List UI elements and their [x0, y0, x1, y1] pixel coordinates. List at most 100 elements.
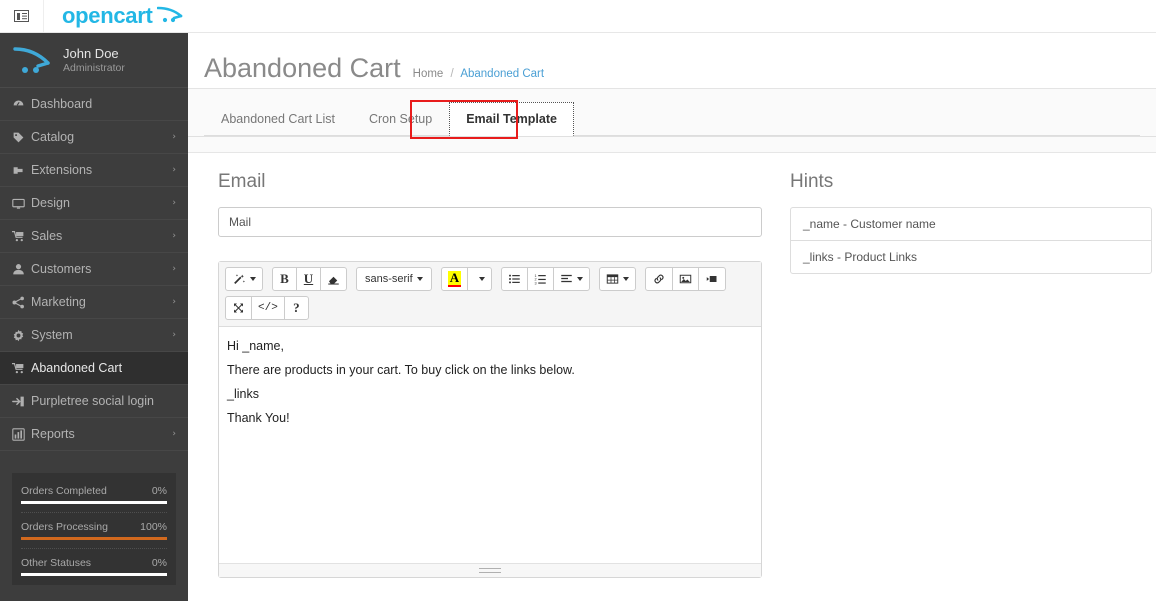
- font-name-label: sans-serif: [365, 273, 413, 285]
- sidebar-item-catalog[interactable]: Catalog ›: [0, 121, 188, 154]
- desktop-icon: [12, 197, 31, 210]
- chevron-down-icon: [478, 277, 485, 281]
- sidebar-item-system[interactable]: System ›: [0, 319, 188, 352]
- chevron-down-icon: [577, 277, 584, 281]
- sidebar-item-sales[interactable]: Sales ›: [0, 220, 188, 253]
- remove-format-eraser-button[interactable]: [320, 267, 347, 291]
- toolbar-button-group: sans-serif: [356, 267, 432, 291]
- tag-icon: [12, 131, 31, 144]
- stat-header: Orders Completed 0%: [21, 485, 167, 501]
- tab-email-template[interactable]: Email Template: [449, 102, 574, 136]
- progress-fill: [21, 501, 167, 504]
- editor-paragraph: There are products in your cart. To buy …: [227, 363, 575, 377]
- sidebar-toggle-button[interactable]: [0, 0, 44, 32]
- tab-abandoned-cart-list[interactable]: Abandoned Cart List: [204, 102, 352, 136]
- sidebar-profile[interactable]: John Doe Administrator: [0, 33, 188, 88]
- main-content: Abandoned Cart Home / Abandoned Cart Aba…: [188, 33, 1156, 601]
- hint-item: _name - Customer name: [791, 208, 1151, 241]
- unordered-list-button[interactable]: [501, 267, 529, 291]
- stat-row: Orders Processing 100%: [21, 513, 167, 540]
- editor-content-area[interactable]: Hi _name, There are products in your cart…: [219, 327, 761, 563]
- sidebar-item-marketing[interactable]: Marketing ›: [0, 286, 188, 319]
- page-header: Abandoned Cart Home / Abandoned Cart: [188, 33, 1156, 89]
- sidebar-item-design[interactable]: Design ›: [0, 187, 188, 220]
- chevron-down-icon: [250, 277, 256, 281]
- fullscreen-glyph: [232, 302, 245, 314]
- bold-button[interactable]: B: [272, 267, 297, 291]
- fullscreen-button[interactable]: [225, 296, 252, 320]
- video-button[interactable]: [698, 267, 727, 291]
- sidebar-item-purpletree-social-login[interactable]: Purpletree social login: [0, 385, 188, 418]
- editor-resize-bar[interactable]: [219, 563, 761, 577]
- fore-color-button[interactable]: A: [440, 267, 469, 291]
- link-button[interactable]: [645, 267, 674, 291]
- style-magic-wand-button[interactable]: [225, 267, 263, 291]
- picture-glyph: [679, 273, 692, 285]
- align-glyph: [560, 273, 573, 285]
- table-button[interactable]: [599, 267, 637, 291]
- email-legend: Email: [218, 171, 266, 192]
- toolbar-button-group: A: [440, 267, 493, 291]
- sidebar-item-label: Catalog: [31, 130, 75, 144]
- breadcrumb-home-link[interactable]: Home: [413, 68, 444, 80]
- chevron-down-icon: [416, 277, 423, 281]
- eraser-glyph: [327, 273, 340, 285]
- sidebar-item-label: Reports: [31, 427, 75, 441]
- sidebar-item-label: Dashboard: [31, 97, 93, 111]
- sidebar-item-label: Sales: [31, 229, 63, 243]
- gear-icon: [12, 329, 31, 342]
- link-glyph: [652, 273, 666, 285]
- sidebar-item-label: Abandoned Cart: [31, 361, 123, 375]
- sidebar-item-dashboard[interactable]: Dashboard: [0, 88, 188, 121]
- chevron-right-icon: ›: [172, 297, 176, 307]
- hint-item: _links - Product Links: [803, 250, 918, 264]
- stat-value: 100%: [140, 521, 167, 533]
- sidebar-item-reports[interactable]: Reports ›: [0, 418, 188, 451]
- share-icon: [12, 296, 31, 309]
- chevron-right-icon: ›: [172, 429, 176, 439]
- sidebar-item-abandoned-cart[interactable]: Abandoned Cart: [0, 352, 188, 385]
- sidebar-item-customers[interactable]: Customers ›: [0, 253, 188, 286]
- tab-cron-setup[interactable]: Cron Setup: [352, 102, 449, 136]
- app-root: opencart John Doe Administrator Dashboar…: [0, 0, 1156, 601]
- cart-swoosh-avatar-icon: [12, 43, 54, 77]
- progress-track: [21, 573, 167, 576]
- fore-color-dropdown-button[interactable]: [467, 267, 493, 291]
- ordered-list-button[interactable]: 123: [527, 267, 555, 291]
- rich-text-editor: B Usans-serif A 1 2 3 </>? Hi _name, There are…: [218, 261, 762, 578]
- breadcrumb: Home / Abandoned Cart: [413, 68, 544, 80]
- cart-swoosh-icon: [156, 5, 183, 23]
- font-name-button[interactable]: sans-serif: [356, 267, 432, 291]
- toolbar-button-group: [599, 267, 637, 291]
- tabs-container: Abandoned Cart List Cron Setup Email Templ…: [188, 89, 1156, 137]
- progress-fill: [21, 573, 167, 576]
- stat-row: Other Statuses 0%: [21, 549, 167, 576]
- editor-paragraph: Thank You!: [227, 411, 290, 425]
- ul-glyph: [508, 273, 521, 285]
- sidebar-item-label: Marketing: [31, 295, 86, 309]
- chevron-right-icon: ›: [172, 198, 176, 208]
- breadcrumb-current-link[interactable]: Abandoned Cart: [460, 68, 544, 80]
- code-view-button[interactable]: </>: [251, 296, 285, 320]
- stat-label: Orders Completed: [21, 485, 107, 497]
- sign-in-icon: [12, 395, 31, 408]
- email-subject-input[interactable]: [218, 207, 762, 237]
- chevron-right-icon: ›: [172, 231, 176, 241]
- brand-logo[interactable]: opencart: [62, 3, 183, 29]
- toolbar-button-group: [645, 267, 727, 291]
- fore-color-swatch: A: [447, 270, 462, 287]
- chevron-right-icon: ›: [172, 264, 176, 274]
- sidebar-item-label: System: [31, 328, 73, 342]
- sidebar-item-extensions[interactable]: Extensions ›: [0, 154, 188, 187]
- toolbar-button-group: </>?: [225, 296, 309, 320]
- picture-button[interactable]: [672, 267, 700, 291]
- user-icon: [12, 263, 31, 276]
- paragraph-align-button[interactable]: [553, 267, 591, 291]
- editor-paragraph: _links: [227, 387, 259, 401]
- stat-header: Orders Processing 100%: [21, 521, 167, 537]
- page-title: Abandoned Cart: [204, 53, 401, 83]
- help-button[interactable]: ?: [283, 296, 309, 320]
- svg-text:3: 3: [535, 281, 537, 285]
- underline-button[interactable]: U: [296, 267, 321, 291]
- profile-name: John Doe: [63, 45, 119, 61]
